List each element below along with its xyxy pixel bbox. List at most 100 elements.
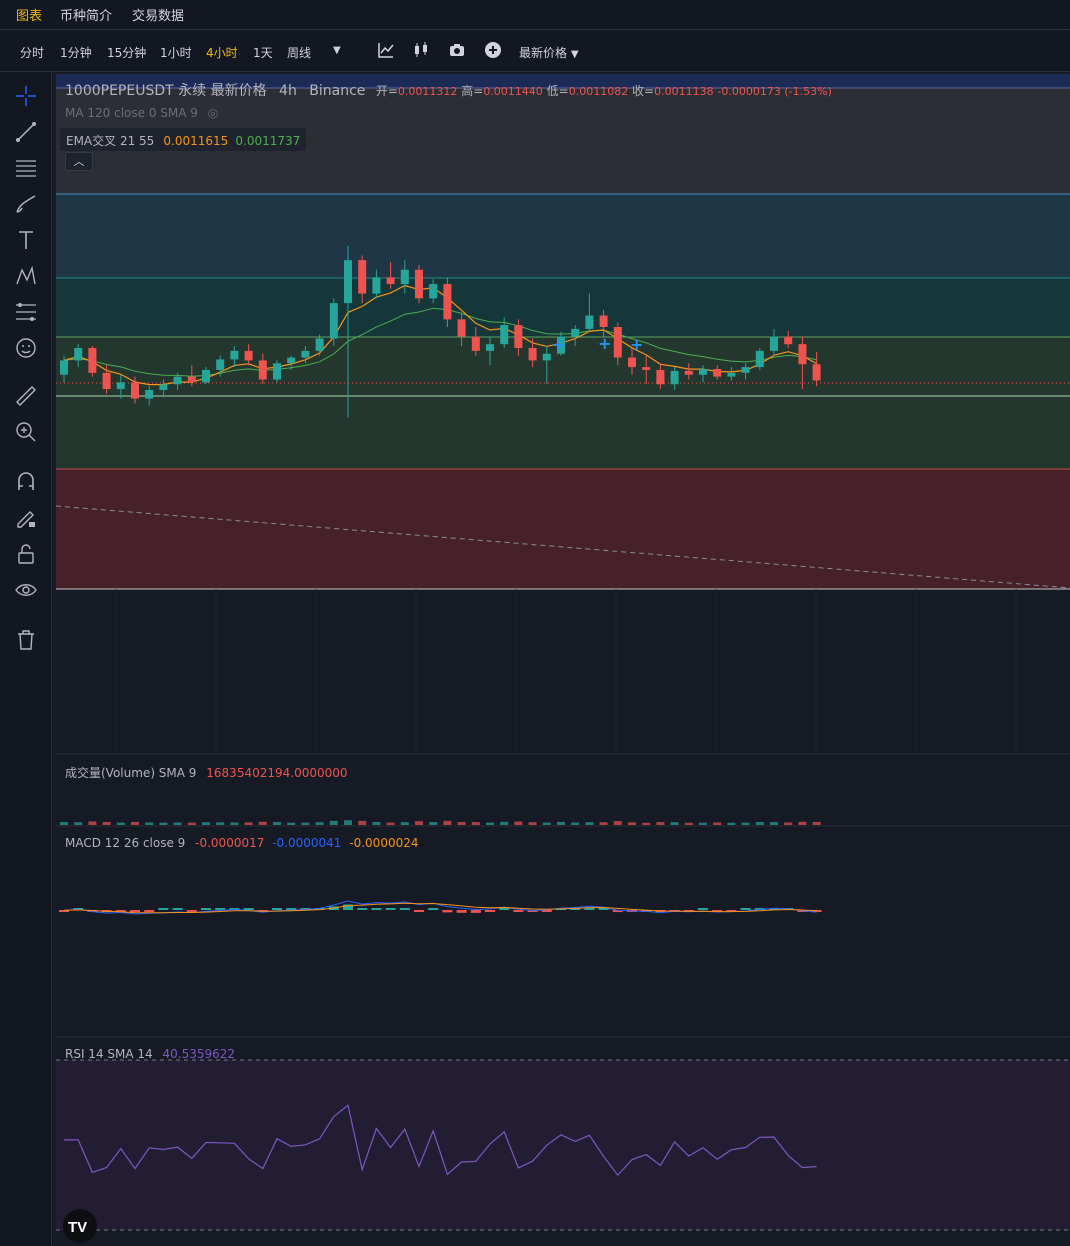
ruler-icon[interactable] [14,384,38,408]
interval-1w[interactable]: 周线 [287,44,311,61]
macd-hist-bar [499,908,510,910]
interval-dropdown-icon[interactable]: ▼ [333,45,341,56]
volume-bar [613,821,622,825]
volume-bar [173,822,182,825]
drawing-toolbar [0,72,52,1246]
volume-bar [684,822,693,825]
volume-bar [386,822,395,825]
exchange-label: Binance [309,83,366,99]
candle-body [542,353,551,361]
candle-body [784,336,793,345]
eye-slash-icon[interactable]: ◎ [208,106,218,120]
volume-bar [344,820,352,825]
volume-value: 16835402194.0000000 [206,766,348,780]
horizontal-lines-icon[interactable] [14,156,38,180]
macd-hist-bar [456,910,467,913]
volume-bar [329,820,338,825]
candle-body [216,359,225,370]
candle-body [727,372,736,377]
candle-body [273,363,281,380]
candle-body [528,348,537,361]
candle-body [486,344,494,351]
macd-hist-bar [740,908,751,910]
macd-hist-bar [243,908,254,910]
interval-15m[interactable]: 15分钟 [107,44,146,61]
fib-tool-icon[interactable] [14,300,38,324]
collapse-legend-button[interactable]: ︿ [65,152,93,171]
candle-body [670,370,679,385]
chart-area[interactable]: + + + TV 1000PEPEUSDT 永续 最新价格 4h Binance… [56,72,1070,1246]
volume-bar [358,820,367,825]
ma-legend[interactable]: MA 120 close 0 SMA 9 ◎ [65,106,218,120]
zone-green [56,337,1070,469]
trend-line-icon[interactable] [14,120,38,144]
macd-hist-bar [513,910,524,912]
volume-bar [287,822,296,825]
interval-4h[interactable]: 4小时 [206,44,238,61]
emoji-icon[interactable] [14,336,38,360]
interval-1d[interactable]: 1天 [253,44,273,61]
macd-hist-bar [414,910,424,912]
price-type-select[interactable]: 最新价格 ▼ [519,44,579,61]
zoom-in-icon[interactable] [14,420,38,444]
macd-hist-bar [158,908,169,910]
indicators-icon[interactable] [377,41,395,59]
volume-bar [301,822,310,825]
change-value: -0.0000173 (-1.53%) [717,85,832,98]
macd-hist-bar [485,910,495,912]
ma-legend-label: MA 120 close 0 SMA 9 [65,106,198,120]
ohlc-values: 开=0.0011312 高=0.0011440 低=0.0011082 收=0.… [376,84,832,98]
tab-chart[interactable]: 图表 [16,5,42,24]
crosshair-icon[interactable] [14,84,38,108]
open-label: 开= [375,84,398,98]
cross-marker-icon: + [598,334,611,353]
unlock-icon[interactable] [14,542,38,566]
volume-bar [798,821,807,825]
add-icon[interactable] [484,41,502,59]
candle-body [812,364,821,381]
candle-body [500,325,509,345]
candle-body [287,357,296,364]
macd-hist-bar [186,910,197,912]
brush-icon[interactable] [14,192,38,216]
volume-bar [102,821,111,825]
candle-body [116,382,125,390]
trash-icon[interactable] [14,628,38,652]
candle-body [656,369,665,385]
volume-bar [514,821,523,825]
volume-bar [500,821,509,825]
ema-legend-label: EMA交叉 21 55 [66,134,155,148]
text-tool-icon[interactable] [14,228,38,252]
tab-coin-info[interactable]: 币种简介 [60,5,112,24]
volume-bar [116,822,125,825]
interval-1h[interactable]: 1小时 [160,44,192,61]
volume-bar [216,822,225,825]
candle-body [613,327,622,358]
chevron-down-icon: ▼ [570,49,579,60]
volume-bar [372,821,381,825]
macd-hist-bar [584,908,595,910]
lock-drawing-icon[interactable] [14,506,38,530]
volume-bar [145,822,154,825]
magnet-icon[interactable] [14,470,38,494]
macd-hist-bar [371,908,382,910]
candle-body [145,390,154,399]
rsi-legend-label: RSI 14 SMA 14 [65,1047,153,1061]
low-label: 低= [546,84,569,98]
volume-bar [486,822,494,825]
camera-icon[interactable] [448,41,466,59]
interval-1m[interactable]: 1分钟 [60,44,92,61]
volume-bar [202,822,210,825]
ema-legend[interactable]: EMA交叉 21 55 0.0011615 0.0011737 [60,128,307,151]
candle-type-icon[interactable] [412,41,430,59]
tab-trading-data[interactable]: 交易数据 [132,5,184,24]
eye-icon[interactable] [14,578,38,602]
macd-legend-label: MACD 12 26 close 9 [65,836,186,850]
interval-tick[interactable]: 分时 [20,44,44,61]
zone-red [56,469,1070,589]
pattern-icon[interactable] [14,264,38,288]
symbol-label[interactable]: 1000PEPEUSDT 永续 最新价格 [65,83,267,99]
volume-bar [571,822,580,825]
chart-canvas[interactable]: + + + TV [56,72,1070,1246]
volume-bar [74,822,83,825]
